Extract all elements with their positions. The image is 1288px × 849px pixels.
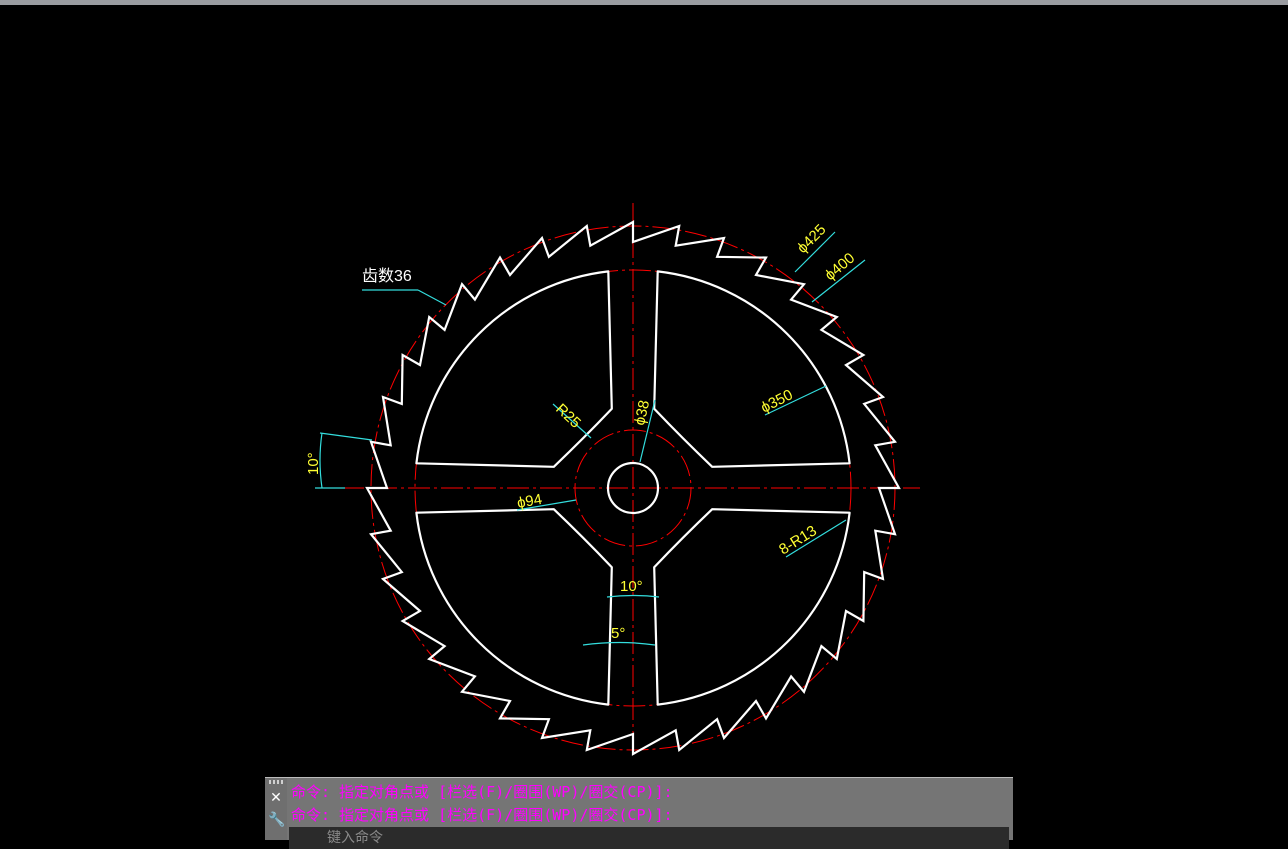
close-icon[interactable]: ✕ <box>268 790 284 806</box>
dimension-lines <box>315 231 866 646</box>
dim-r13-text: 8-R13 <box>776 522 820 558</box>
command-line-toolbar: ✕ 🔧 <box>265 778 287 840</box>
angle-10-left-text: 10° <box>305 452 322 475</box>
spoke-window <box>653 508 851 706</box>
dim-425-text: ϕ425 <box>794 221 830 257</box>
command-history-line: 命令: 指定对角点或 [栏选(F)/圈围(WP)/圈交(CP)]: <box>291 783 673 801</box>
angle-10-ext-upper <box>319 432 373 441</box>
drag-grip[interactable] <box>269 780 283 784</box>
command-history-line: 命令: 指定对角点或 [栏选(F)/圈围(WP)/圈交(CP)]: <box>291 806 673 824</box>
angle-5-spoke-arc <box>582 641 656 646</box>
dim-400-text: ϕ400 <box>822 250 859 285</box>
teeth-count-label: 齿数36 <box>362 267 412 285</box>
angle-10-spoke-arc <box>606 594 660 598</box>
command-line-panel: ✕ 🔧 命令: 指定对角点或 [栏选(F)/圈围(WP)/圈交(CP)]: 命令… <box>265 777 1013 849</box>
drawing-canvas[interactable]: 齿数36 ϕ425 ϕ400 ϕ350 ϕ94 ϕ38 R25 8-R13 10… <box>0 5 1288 839</box>
angle-10-spoke-text: 10° <box>620 578 643 595</box>
dim-350-text: ϕ350 <box>758 386 796 416</box>
spoke-window <box>653 270 851 468</box>
teeth-leader <box>417 289 447 306</box>
command-input[interactable] <box>289 827 1009 849</box>
wrench-icon[interactable]: 🔧 <box>268 812 285 828</box>
spoke-window <box>415 508 613 706</box>
angle-5-spoke-text: 5° <box>611 625 625 642</box>
spoke-window <box>415 270 613 468</box>
